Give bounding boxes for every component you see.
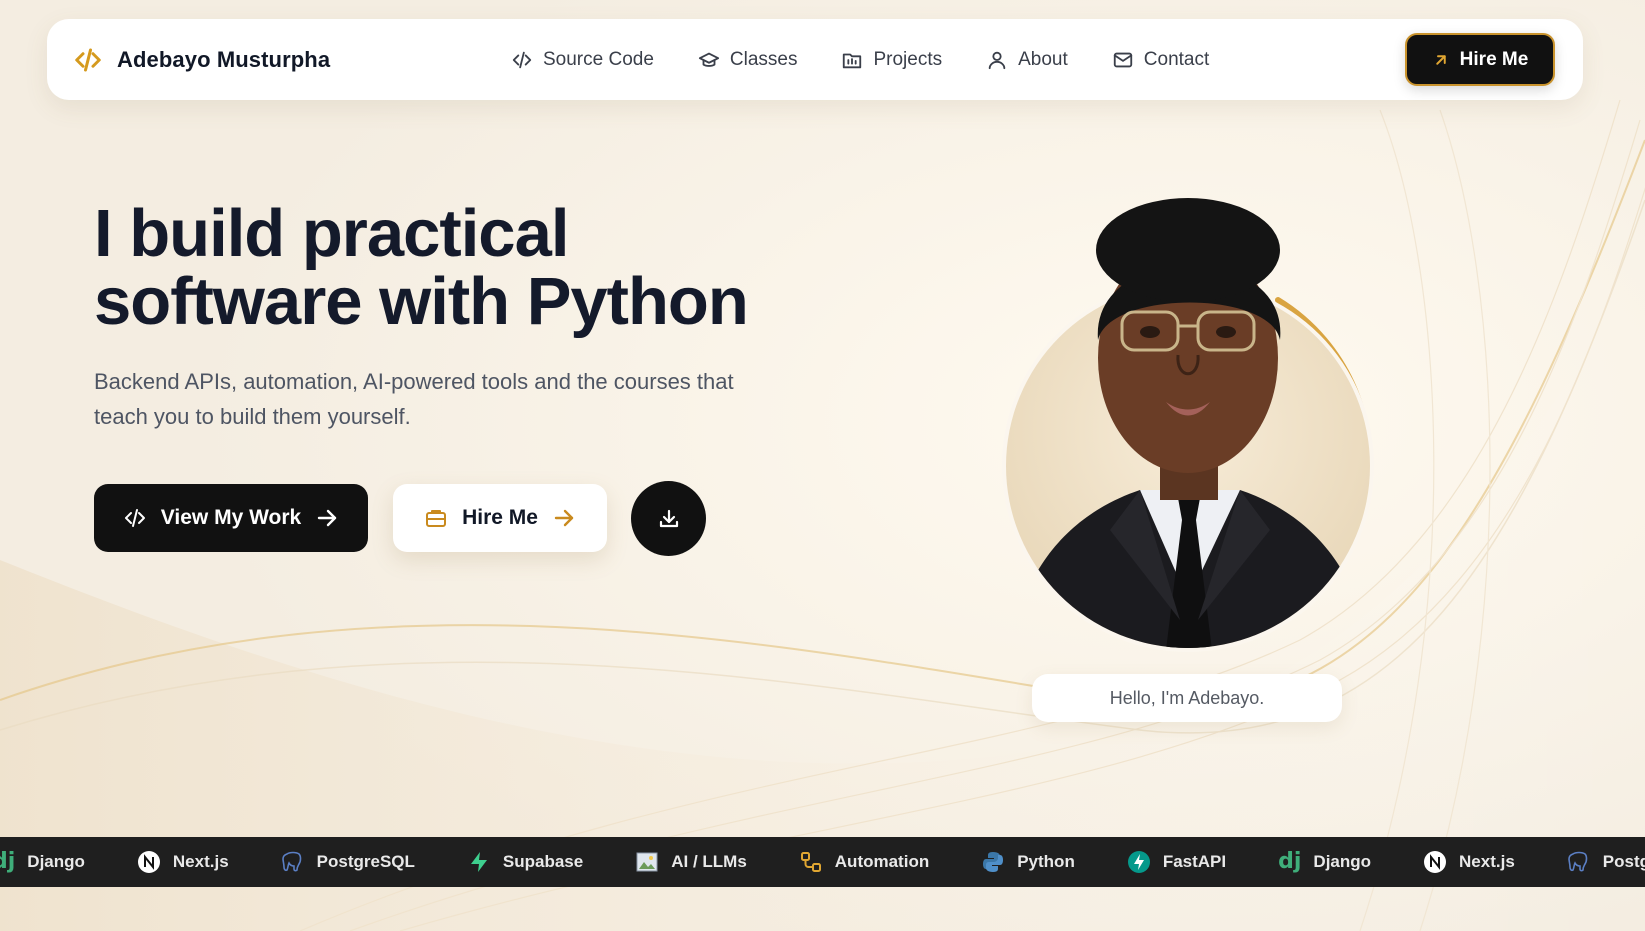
nav-item-contact[interactable]: Contact: [1112, 49, 1209, 71]
download-cv-button[interactable]: [631, 481, 706, 556]
brand[interactable]: Adebayo Musturpha: [73, 19, 330, 100]
nav-item-label: About: [1018, 48, 1068, 70]
tech-item-label: Next.js: [172, 852, 229, 871]
code-icon: [124, 509, 145, 527]
tech-item-label: Automation: [834, 852, 930, 871]
nextjs-icon: [1424, 851, 1447, 873]
code-brackets-icon: [73, 45, 103, 75]
hero-title-line-1: I build practical: [94, 196, 569, 271]
tech-item-nextjs: Next.js: [1423, 850, 1515, 874]
tech-item-label: Django: [27, 852, 85, 871]
tech-item-python: Python: [981, 850, 1075, 874]
nextjs-icon: [137, 851, 160, 873]
tech-item-label: Supabase: [502, 852, 584, 871]
user-icon: [988, 51, 1006, 69]
nav-hire-me-label: Hire Me: [1459, 48, 1529, 70]
django-icon: dj: [0, 849, 16, 874]
nav-item-label: Source Code: [543, 48, 654, 70]
supabase-icon: [470, 852, 487, 872]
tech-stack-strip: dj Django Next.js PostgreSQL Supabase AI…: [0, 837, 1645, 887]
tech-item-label: AI / LLMs: [671, 852, 747, 871]
tech-item-label: Python: [1017, 852, 1075, 871]
greeting-badge: Hello, I'm Adebayo.: [1032, 674, 1342, 722]
nav-item-label: Projects: [873, 48, 943, 70]
brand-name: Adebayo Musturpha: [117, 46, 331, 72]
nav-item-classes[interactable]: Classes: [698, 48, 798, 71]
tech-item-postgresql: PostgreSQL: [281, 850, 415, 874]
tech-item-nextjs: Next.js: [137, 850, 229, 874]
graduation-cap-icon: [698, 52, 719, 67]
python-icon: [983, 852, 1004, 872]
profile-portrait: [990, 180, 1390, 660]
tech-item-django: dj Django: [1278, 851, 1371, 873]
hero-title-line-2: software with Python: [94, 264, 749, 339]
django-icon: dj: [1278, 849, 1302, 874]
briefcase-icon: [426, 510, 447, 527]
tech-item-postgresql: PostgreSQL: [1567, 850, 1645, 874]
image-icon: [636, 852, 658, 872]
tech-item-supabase: Supabase: [467, 850, 583, 874]
arrow-right-icon: [554, 509, 574, 527]
workflow-icon: [800, 852, 821, 872]
folder-chart-icon: [843, 53, 862, 68]
navbar: Adebayo Musturpha Source Code Classes Pr…: [47, 19, 1583, 100]
background-waves: [0, 0, 1645, 931]
arrow-right-icon: [318, 509, 337, 527]
postgresql-icon: [281, 851, 301, 872]
code-icon: [512, 51, 532, 68]
view-my-work-button[interactable]: View My Work: [94, 484, 368, 552]
tech-item-label: PostgreSQL: [1602, 852, 1645, 871]
arrow-up-right-icon: [1435, 54, 1446, 65]
nav-item-projects[interactable]: Projects: [841, 49, 942, 71]
view-my-work-label: View My Work: [160, 506, 302, 529]
tech-item-fastapi: FastAPI: [1127, 850, 1226, 874]
tech-item-label: PostgreSQL: [316, 852, 415, 871]
nav-item-label: Contact: [1143, 48, 1210, 70]
hero-hire-me-label: Hire Me: [462, 506, 538, 529]
nav-item-label: Classes: [729, 48, 798, 70]
hero-title: I build practical software with Python: [94, 196, 749, 339]
hero-hire-me-button[interactable]: Hire Me: [393, 484, 607, 552]
tech-track: dj Django Next.js PostgreSQL Supabase AI…: [0, 837, 1645, 887]
tech-item-label: Django: [1313, 852, 1372, 871]
fastapi-icon: [1127, 851, 1150, 873]
download-icon: [659, 509, 678, 527]
tech-item-ai-llms: AI / LLMs: [635, 850, 747, 874]
mail-icon: [1113, 52, 1132, 67]
nav-links: Source Code Classes Projects About Conta…: [511, 19, 1209, 100]
tech-item-django: dj Django: [0, 851, 85, 873]
nav-item-source-code[interactable]: Source Code: [511, 49, 654, 71]
tech-item-label: FastAPI: [1162, 852, 1227, 871]
tech-item-automation: Automation: [799, 850, 929, 874]
nav-item-about[interactable]: About: [986, 49, 1068, 71]
nav-hire-me-button[interactable]: Hire Me: [1405, 33, 1555, 86]
hero-subtitle: Backend APIs, automation, AI-powered too…: [94, 369, 734, 429]
postgresql-icon: [1567, 851, 1588, 872]
tech-item-label: Next.js: [1459, 852, 1515, 871]
